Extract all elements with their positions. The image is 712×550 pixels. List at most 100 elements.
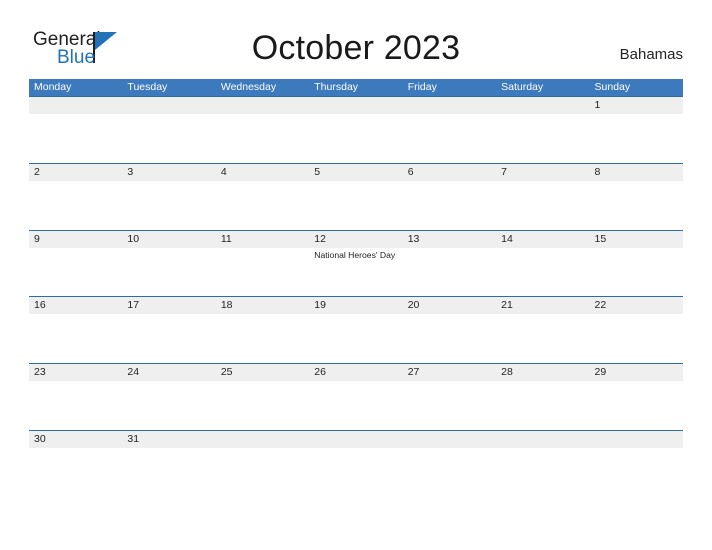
day-cell[interactable] xyxy=(122,97,215,114)
day-cell[interactable]: 18 xyxy=(216,297,309,314)
day-cell[interactable]: 12 xyxy=(309,231,402,248)
page-header: General Blue October 2023 Bahamas xyxy=(0,0,712,78)
event-cell[interactable] xyxy=(216,181,309,229)
day-number: 27 xyxy=(407,366,420,379)
day-cell[interactable]: 1 xyxy=(590,97,683,114)
day-cell[interactable] xyxy=(216,97,309,114)
day-number: 30 xyxy=(34,432,46,445)
event-cell[interactable] xyxy=(403,181,496,229)
event-cell[interactable] xyxy=(496,114,589,162)
day-cell[interactable]: 10 xyxy=(122,231,215,248)
day-header-monday: Monday xyxy=(34,81,72,93)
day-cell[interactable]: 30 xyxy=(29,431,122,448)
day-cell[interactable]: 5 xyxy=(309,164,402,181)
event-cell[interactable] xyxy=(590,314,683,362)
day-cell[interactable]: 9 xyxy=(29,231,122,248)
day-cell[interactable] xyxy=(496,431,589,448)
day-cell[interactable]: 14 xyxy=(496,231,589,248)
event-cell[interactable] xyxy=(29,248,122,296)
day-cell[interactable] xyxy=(309,97,402,114)
day-number: 12 xyxy=(314,232,326,245)
event-cell[interactable] xyxy=(122,181,215,229)
event-cell[interactable] xyxy=(590,448,683,496)
day-cell[interactable]: 25 xyxy=(216,364,309,381)
day-cell[interactable] xyxy=(309,431,402,448)
day-cell[interactable] xyxy=(496,97,589,114)
page-title: October 2023 xyxy=(251,29,461,67)
event-cell[interactable] xyxy=(496,448,589,496)
day-cell[interactable]: 23 xyxy=(29,364,122,381)
day-cell[interactable]: 7 xyxy=(496,164,589,181)
event-cell[interactable] xyxy=(309,314,402,362)
event-cell[interactable] xyxy=(122,114,215,162)
event-cell[interactable] xyxy=(122,448,215,496)
event-cell[interactable] xyxy=(590,381,683,429)
day-cell[interactable]: 19 xyxy=(309,297,402,314)
event-cell[interactable] xyxy=(216,381,309,429)
event-cell[interactable] xyxy=(403,248,496,296)
event-cell[interactable] xyxy=(403,381,496,429)
event-cell[interactable] xyxy=(590,114,683,162)
event-cell[interactable] xyxy=(122,381,215,429)
event-cell[interactable] xyxy=(216,114,309,162)
event-cell[interactable] xyxy=(309,448,402,496)
day-number: 24 xyxy=(127,366,140,379)
event-cell[interactable] xyxy=(496,181,589,229)
day-cell[interactable]: 27 xyxy=(403,364,496,381)
day-cell[interactable] xyxy=(590,431,683,448)
event-cell-national-heroes-day[interactable]: National Heroes' Day xyxy=(309,248,402,296)
event-cell[interactable] xyxy=(590,248,683,296)
calendar-page: General Blue October 2023 Bahamas Monday… xyxy=(0,0,712,550)
event-cell[interactable] xyxy=(403,448,496,496)
day-cell[interactable]: 31 xyxy=(122,431,215,448)
week-date-band: 9 10 11 12 13 14 15 xyxy=(29,230,683,248)
event-cell[interactable] xyxy=(403,314,496,362)
day-cell[interactable]: 4 xyxy=(216,164,309,181)
day-cell[interactable]: 29 xyxy=(590,364,683,381)
event-cell[interactable] xyxy=(216,248,309,296)
event-cell[interactable] xyxy=(309,381,402,429)
day-cell[interactable] xyxy=(403,97,496,114)
day-cell[interactable]: 3 xyxy=(122,164,215,181)
event-cell[interactable] xyxy=(216,314,309,362)
event-cell[interactable] xyxy=(29,114,122,162)
event-cell[interactable] xyxy=(216,448,309,496)
event-cell[interactable] xyxy=(29,181,122,229)
week-date-band: 1 xyxy=(29,97,683,114)
event-cell[interactable] xyxy=(496,314,589,362)
day-cell[interactable]: 28 xyxy=(496,364,589,381)
event-cell[interactable] xyxy=(496,248,589,296)
event-cell[interactable] xyxy=(403,114,496,162)
day-cell[interactable]: 26 xyxy=(309,364,402,381)
day-number: 14 xyxy=(501,232,513,245)
event-cell[interactable] xyxy=(29,381,122,429)
event-cell[interactable] xyxy=(590,181,683,229)
day-cell[interactable]: 15 xyxy=(590,231,683,248)
day-cell[interactable]: 24 xyxy=(122,364,215,381)
day-header-wednesday: Wednesday xyxy=(220,81,277,93)
event-cell[interactable] xyxy=(309,114,402,162)
event-cell[interactable] xyxy=(29,448,122,496)
calendar-grid: Monday Tuesday Wednesday Thursday Friday… xyxy=(29,79,683,497)
day-cell[interactable]: 11 xyxy=(216,231,309,248)
day-cell[interactable]: 16 xyxy=(29,297,122,314)
day-cell[interactable] xyxy=(29,97,122,114)
day-cell[interactable]: 20 xyxy=(403,297,496,314)
day-cell[interactable]: 6 xyxy=(403,164,496,181)
day-cell[interactable]: 17 xyxy=(122,297,215,314)
day-cell[interactable]: 13 xyxy=(403,231,496,248)
day-cell[interactable]: 2 xyxy=(29,164,122,181)
day-cell[interactable]: 21 xyxy=(496,297,589,314)
event-cell[interactable] xyxy=(122,314,215,362)
day-header-friday: Friday xyxy=(407,81,437,93)
day-cell[interactable] xyxy=(403,431,496,448)
day-number: 4 xyxy=(220,165,227,178)
day-cell[interactable] xyxy=(216,431,309,448)
event-cell[interactable] xyxy=(496,381,589,429)
event-cell[interactable] xyxy=(29,314,122,362)
event-cell[interactable] xyxy=(122,248,215,296)
day-header-tuesday: Tuesday xyxy=(127,81,168,93)
event-cell[interactable] xyxy=(309,181,402,229)
day-cell[interactable]: 8 xyxy=(590,164,683,181)
day-cell[interactable]: 22 xyxy=(590,297,683,314)
